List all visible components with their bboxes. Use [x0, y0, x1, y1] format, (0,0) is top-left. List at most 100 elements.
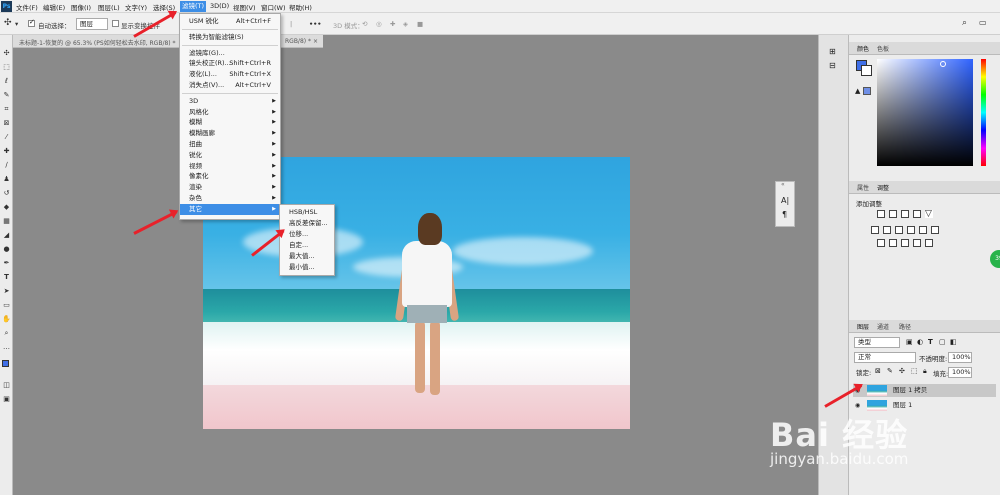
eyedropper-tool-icon[interactable]: ⁄	[2, 133, 11, 142]
filter-menu-item[interactable]: 模糊 ▶	[180, 117, 280, 128]
collapse-icon[interactable]: «	[781, 181, 785, 188]
eraser-tool-icon[interactable]: ◆	[2, 203, 11, 212]
document-tab[interactable]: 未标题-1-恢复的 @ 65.3% (PS如何轻松去水印, RGB/8) *	[19, 38, 176, 47]
tab-properties[interactable]: 属性	[857, 183, 869, 192]
frame-tool-icon[interactable]: ⊠	[2, 119, 11, 128]
path-select-icon[interactable]: ➤	[2, 287, 11, 296]
workspace-icon[interactable]: ▭	[979, 18, 987, 27]
3d-roll-icon[interactable]: ◎	[376, 20, 382, 28]
auto-select-checkbox[interactable]	[28, 18, 35, 27]
hue-slider[interactable]	[981, 59, 986, 166]
menu-edit[interactable]: 编辑(E)	[43, 2, 65, 12]
quick-select-tool-icon[interactable]: ✎	[2, 91, 11, 100]
filter-menu-item[interactable]: 渲染 ▶	[180, 182, 280, 193]
move-tool-icon[interactable]: ✣	[2, 49, 11, 58]
document-tab-2[interactable]: RGB/8) *	[285, 38, 311, 45]
blend-mode-dropdown[interactable]: 正常	[854, 352, 916, 363]
stamp-tool-icon[interactable]: ♟	[2, 175, 11, 184]
screen-mode-icon[interactable]: ▣	[2, 395, 11, 404]
lock-all-icon[interactable]: 🔒︎	[923, 367, 927, 376]
tab-swatches[interactable]: 色板	[877, 44, 889, 53]
gradient-map-icon[interactable]	[913, 239, 921, 247]
menu-image[interactable]: 图像(I)	[71, 2, 91, 12]
layer-kind-filter[interactable]: 类型	[854, 337, 900, 348]
menu-view[interactable]: 视图(V)	[233, 2, 256, 12]
3d-rotate-icon[interactable]: ⟲	[362, 20, 367, 28]
menu-window[interactable]: 窗口(W)	[261, 2, 286, 12]
exposure-icon[interactable]	[913, 210, 921, 218]
chevron-down-icon[interactable]: ▾	[15, 20, 18, 28]
color-balance-icon[interactable]	[883, 226, 891, 234]
layer-row-selected[interactable]: ◉ 图层 1 拷贝	[853, 384, 996, 397]
lock-artboard-icon[interactable]: ⬚	[911, 367, 918, 375]
history-brush-icon[interactable]: ↺	[2, 189, 11, 198]
move-tool-icon[interactable]: ✣	[4, 18, 12, 28]
zoom-tool-icon[interactable]: ⌕	[2, 329, 11, 338]
submenu-item-hsb[interactable]: HSB/HSL	[280, 207, 336, 218]
history-icon[interactable]: ⊞	[829, 47, 836, 56]
filter-menu-item[interactable]: 杂色 ▶	[180, 193, 280, 204]
healing-tool-icon[interactable]: ✚	[2, 147, 11, 156]
color-lookup-icon[interactable]	[931, 226, 939, 234]
color-picker-cursor[interactable]	[940, 61, 946, 67]
filter-menu-item[interactable]: 滤镜库(G)...	[180, 48, 280, 59]
lasso-tool-icon[interactable]: ℓ	[2, 77, 11, 86]
lock-image-icon[interactable]: ✎	[887, 367, 893, 375]
show-transform-checkbox[interactable]	[112, 20, 119, 27]
quick-mask-icon[interactable]: ◫	[2, 381, 11, 390]
filter-smart-icon[interactable]: ◧	[950, 338, 957, 346]
channel-mixer-icon[interactable]	[919, 226, 927, 234]
filter-menu-item[interactable]: 锐化 ▶	[180, 150, 280, 161]
black-white-icon[interactable]	[895, 226, 903, 234]
submenu-item-minimum[interactable]: 最小值...	[280, 262, 336, 273]
pen-tool-icon[interactable]: ✒	[2, 259, 11, 268]
hand-tool-icon[interactable]: ✋	[2, 315, 11, 324]
auto-select-dropdown[interactable]: 图层	[76, 18, 108, 30]
3d-scale-icon[interactable]: ■	[417, 20, 423, 28]
filter-menu-item[interactable]: 镜头校正(R)... Shift+Ctrl+R	[180, 58, 280, 69]
invert-icon[interactable]	[877, 239, 885, 247]
submenu-item-custom[interactable]: 自定...	[280, 240, 336, 251]
foreground-color-swatch[interactable]	[2, 360, 9, 367]
brush-tool-icon[interactable]: ∕	[2, 161, 11, 170]
type-tool-icon[interactable]: T	[2, 273, 11, 282]
posterize-icon[interactable]	[889, 239, 897, 247]
menu-3d[interactable]: 3D(D)	[210, 2, 229, 10]
vibrance-icon[interactable]: ▽	[925, 210, 933, 219]
submenu-item-maximum[interactable]: 最大值...	[280, 251, 336, 262]
filter-pixel-icon[interactable]: ▣	[906, 338, 913, 346]
filter-adjust-icon[interactable]: ◐	[917, 338, 923, 346]
filter-menu-item[interactable]: 风格化 ▶	[180, 107, 280, 118]
3d-slide-icon[interactable]: ◈	[403, 20, 408, 28]
dodge-tool-icon[interactable]: ●	[2, 245, 11, 254]
shape-tool-icon[interactable]: ▭	[2, 301, 11, 310]
filter-menu-item[interactable]: 扭曲 ▶	[180, 139, 280, 150]
menu-type[interactable]: 文字(Y)	[125, 2, 147, 12]
menu-file[interactable]: 文件(F)	[16, 2, 38, 12]
crop-tool-icon[interactable]: ⌗	[2, 105, 11, 114]
photo-filter-icon[interactable]	[907, 226, 915, 234]
menu-filter[interactable]: 滤镜(T)	[180, 1, 207, 12]
tab-layers[interactable]: 图层	[857, 322, 869, 331]
hue-saturation-icon[interactable]	[871, 226, 879, 234]
search-icon[interactable]: ⌕	[962, 18, 967, 28]
filter-menu-item[interactable]: 模糊画廊 ▶	[180, 128, 280, 139]
color-picker-field[interactable]	[877, 59, 973, 166]
filter-menu-item[interactable]: 3D ▶	[180, 96, 280, 107]
3d-pan-icon[interactable]: ✚	[390, 20, 395, 28]
tab-adjustments[interactable]: 调整	[877, 183, 889, 192]
brightness-icon[interactable]	[877, 210, 885, 218]
more-options-icon[interactable]: •••	[309, 20, 321, 28]
filter-menu-item[interactable]: 液化(L)... Shift+Ctrl+X	[180, 69, 280, 80]
properties-icon[interactable]: ⊟	[829, 61, 836, 70]
paragraph-icon[interactable]: ¶	[782, 210, 787, 219]
filter-type-icon[interactable]: T	[928, 338, 933, 346]
curves-icon[interactable]	[901, 210, 909, 218]
fill-input[interactable]: 100%	[948, 367, 972, 378]
filter-menu-item[interactable]: 视频 ▶	[180, 161, 280, 172]
levels-icon[interactable]	[889, 210, 897, 218]
opacity-input[interactable]: 100%	[948, 352, 972, 363]
marquee-tool-icon[interactable]: ⬚	[2, 63, 11, 72]
menu-layer[interactable]: 图层(L)	[98, 2, 120, 12]
gradient-tool-icon[interactable]: ▦	[2, 217, 11, 226]
